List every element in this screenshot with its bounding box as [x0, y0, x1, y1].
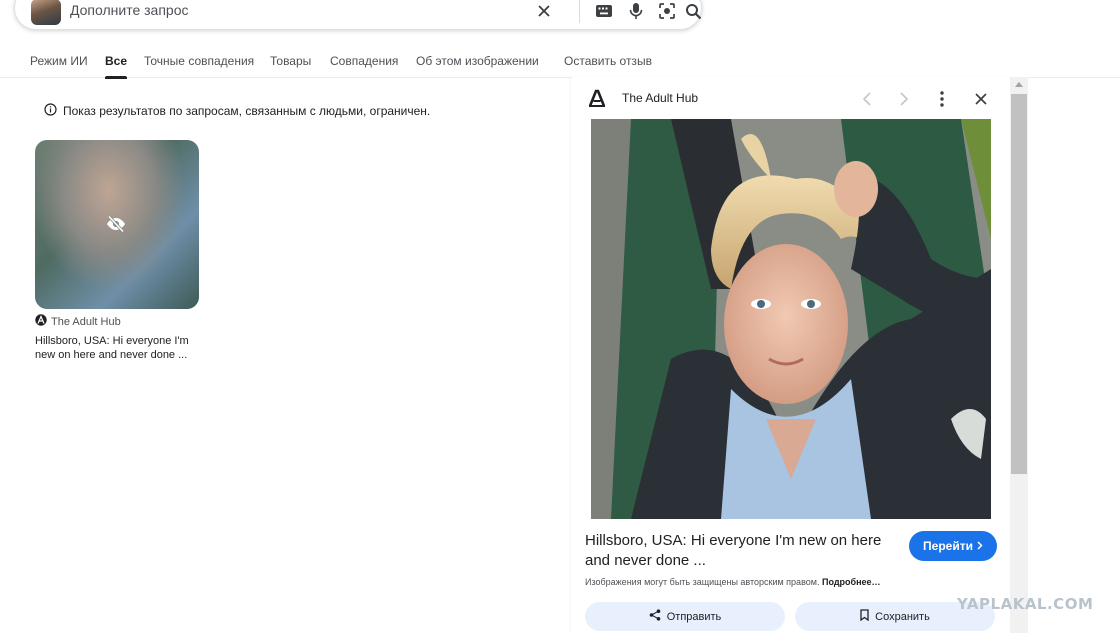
copyright-notice: Изображения могут быть защищены авторски… — [585, 577, 881, 587]
more-info-link[interactable]: Подробнее… — [822, 577, 881, 587]
panel-source-name[interactable]: The Adult Hub — [622, 91, 698, 105]
scroll-up-arrow[interactable] — [1015, 82, 1023, 87]
chevron-right-icon — [977, 539, 983, 553]
result-title[interactable]: Hillsboro, USA: Hi everyone I'm new on h… — [35, 334, 199, 362]
search-bar[interactable]: Дополните запрос — [14, 0, 702, 30]
save-button-label: Сохранить — [875, 610, 930, 623]
search-tabs: Режим ИИ Все Точные совпадения Товары Со… — [0, 50, 1120, 79]
share-icon — [649, 609, 661, 624]
watermark: YAPLAKAL.COM — [957, 595, 1094, 613]
close-icon[interactable] — [533, 0, 555, 22]
tab-all[interactable]: Все — [105, 54, 128, 79]
search-divider — [579, 0, 580, 23]
bookmark-icon — [860, 609, 869, 624]
feedback-link[interactable]: Оставить отзыв — [564, 54, 652, 68]
tab-matches[interactable]: Совпадения — [330, 54, 398, 68]
tab-about-image[interactable]: Об этом изображении — [416, 54, 539, 68]
notice-text: Показ результатов по запросам, связанным… — [63, 104, 431, 118]
image-detail-panel: The Adult Hub Hillsboro, USA: Hi everyon… — [571, 77, 1010, 633]
more-vert-icon[interactable] — [931, 88, 953, 110]
preview-image[interactable] — [591, 119, 991, 519]
close-icon[interactable] — [970, 88, 992, 110]
keyboard-icon[interactable] — [593, 0, 615, 22]
chevron-left-icon[interactable] — [856, 88, 878, 110]
image-result-card[interactable]: The Adult Hub Hillsboro, USA: Hi everyon… — [35, 140, 199, 362]
visit-button[interactable]: Перейти — [909, 531, 997, 561]
lens-icon[interactable] — [656, 0, 678, 22]
tab-products[interactable]: Товары — [270, 54, 311, 68]
tab-exact-matches[interactable]: Точные совпадения — [144, 54, 254, 68]
visit-button-label: Перейти — [923, 539, 973, 553]
share-button[interactable]: Отправить — [585, 602, 785, 631]
search-input[interactable]: Дополните запрос — [70, 2, 189, 18]
share-button-label: Отправить — [666, 610, 722, 623]
search-icon[interactable] — [682, 0, 704, 22]
chevron-right-icon[interactable] — [893, 88, 915, 110]
eye-off-icon — [106, 215, 126, 238]
query-image-thumbnail[interactable] — [31, 0, 61, 25]
info-icon — [44, 103, 57, 119]
panel-header: The Adult Hub — [571, 77, 1010, 119]
site-logo-icon — [587, 89, 607, 109]
panel-scrollbar[interactable] — [1010, 77, 1028, 633]
tab-ai-mode[interactable]: Режим ИИ — [30, 54, 88, 68]
result-thumbnail-blurred[interactable] — [35, 140, 199, 309]
scrollbar-thumb[interactable] — [1011, 94, 1027, 474]
restriction-notice: Показ результатов по запросам, связанным… — [44, 103, 430, 119]
site-logo-icon — [35, 314, 47, 329]
preview-photo — [591, 119, 991, 519]
result-source[interactable]: The Adult Hub — [35, 314, 199, 329]
mic-icon[interactable] — [625, 0, 647, 22]
result-source-name: The Adult Hub — [51, 315, 121, 328]
panel-title[interactable]: Hillsboro, USA: Hi everyone I'm new on h… — [585, 531, 905, 571]
copyright-text: Изображения могут быть защищены авторски… — [585, 577, 820, 587]
